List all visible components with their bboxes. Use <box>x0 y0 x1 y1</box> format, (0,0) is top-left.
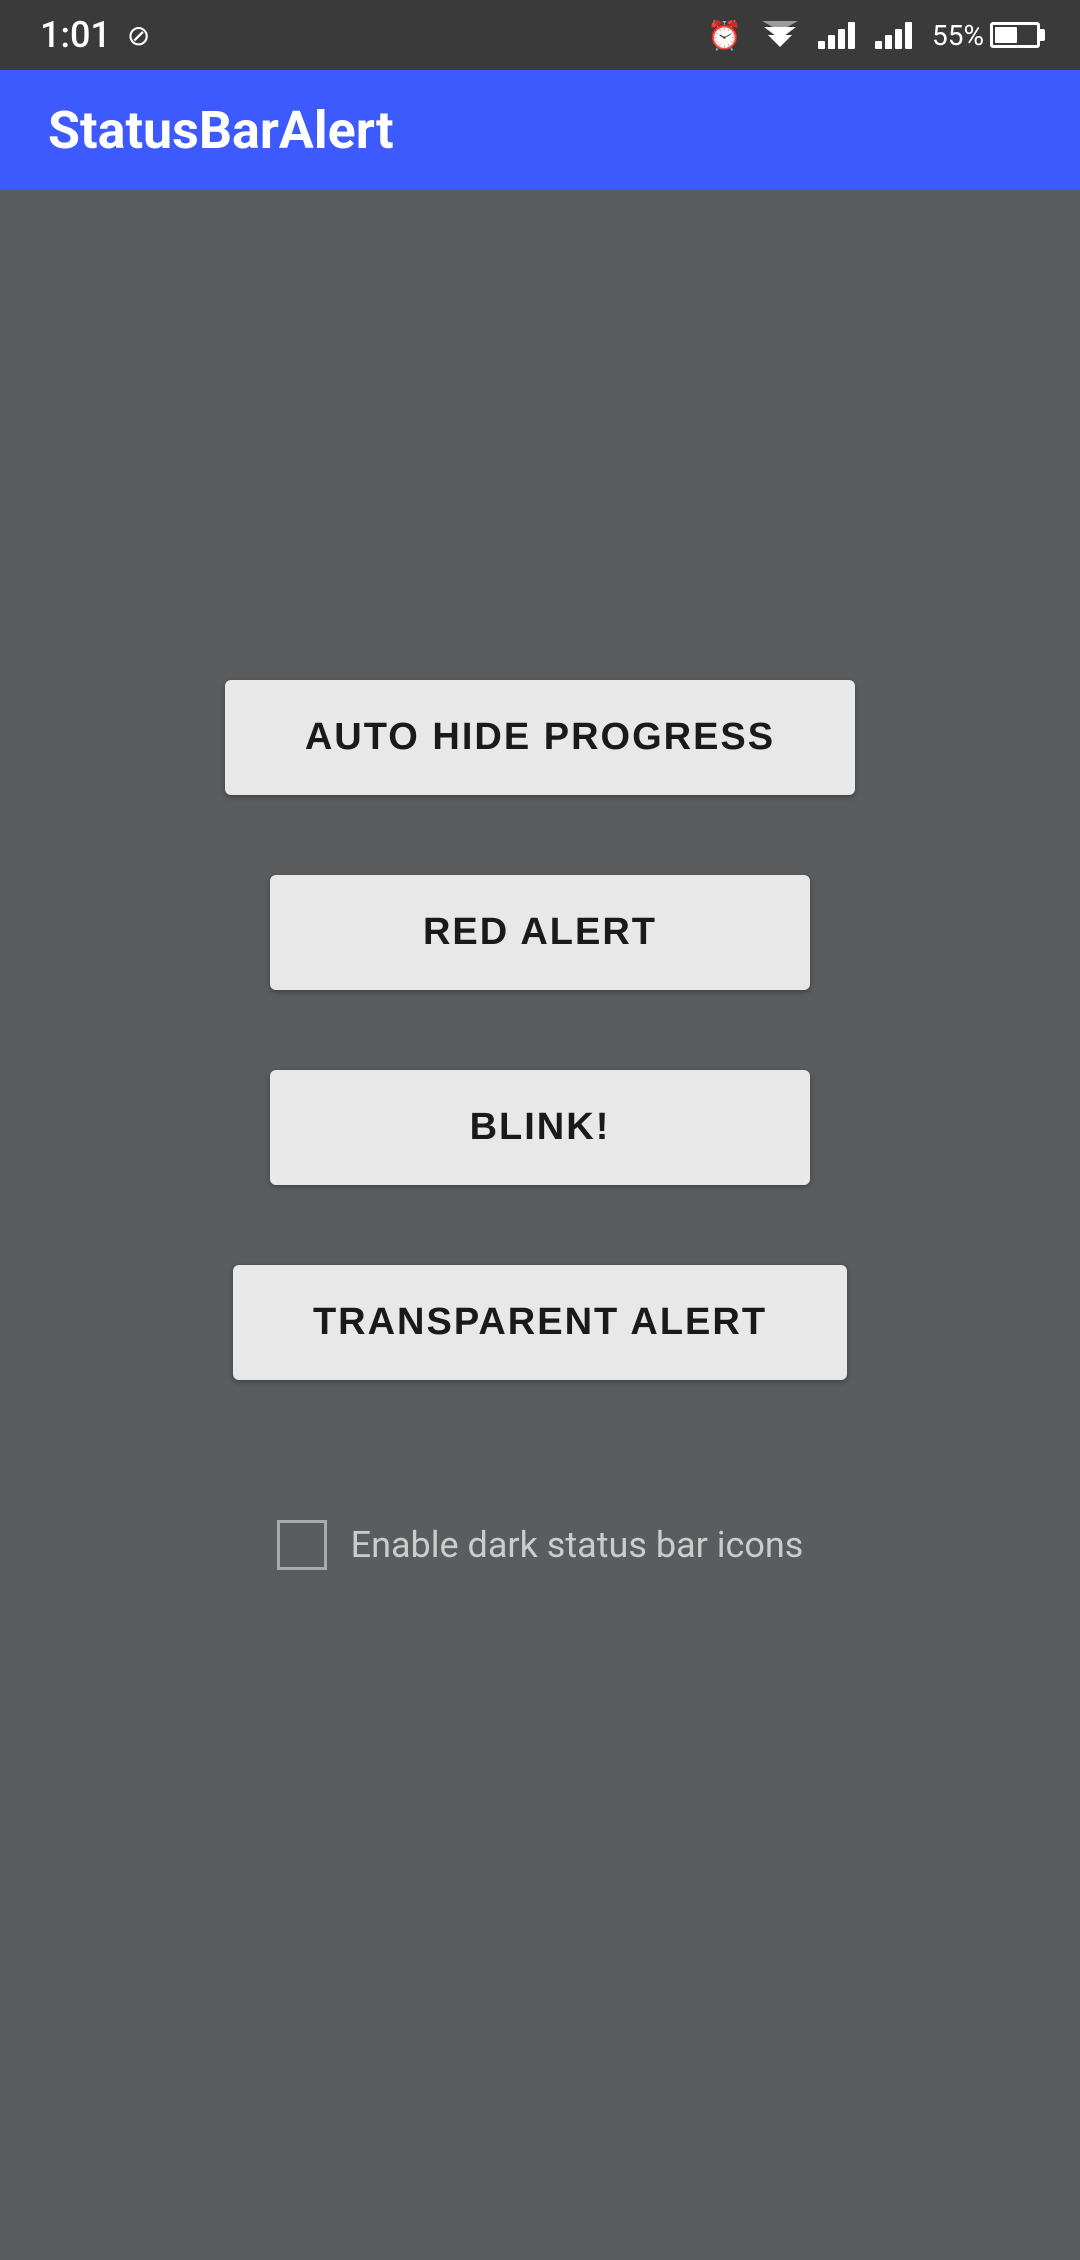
transparent-alert-button[interactable]: TRANSPARENT ALERT <box>233 1265 847 1380</box>
blink-button[interactable]: BLINK! <box>270 1070 810 1185</box>
main-content: AUTO HIDE PROGRESS RED ALERT BLINK! TRAN… <box>0 190 1080 2260</box>
dark-icons-checkbox[interactable] <box>277 1520 327 1570</box>
status-bar-left: 1:01 ⊘ <box>40 14 150 56</box>
battery-container: 55% <box>932 19 1040 52</box>
status-time: 1:01 <box>40 14 111 56</box>
battery-percent: 55% <box>932 19 984 52</box>
signal-bars-1 <box>818 21 855 49</box>
status-bar: 1:01 ⊘ ⏰ 55% <box>0 0 1080 70</box>
alarm-icon: ⏰ <box>707 19 742 52</box>
red-alert-button[interactable]: RED ALERT <box>270 875 810 990</box>
signal-bars-2 <box>875 21 912 49</box>
checkbox-label: Enable dark status bar icons <box>351 1524 804 1566</box>
app-bar: StatusBarAlert <box>0 70 1080 190</box>
button-group: AUTO HIDE PROGRESS RED ALERT BLINK! TRAN… <box>225 680 855 1380</box>
app-title: StatusBarAlert <box>48 100 394 161</box>
wifi-icon <box>762 21 798 49</box>
do-not-disturb-icon: ⊘ <box>127 19 150 52</box>
checkbox-row[interactable]: Enable dark status bar icons <box>277 1520 804 1570</box>
auto-hide-progress-button[interactable]: AUTO HIDE PROGRESS <box>225 680 855 795</box>
battery-icon <box>990 22 1040 48</box>
status-bar-right: ⏰ 55% <box>707 19 1040 52</box>
